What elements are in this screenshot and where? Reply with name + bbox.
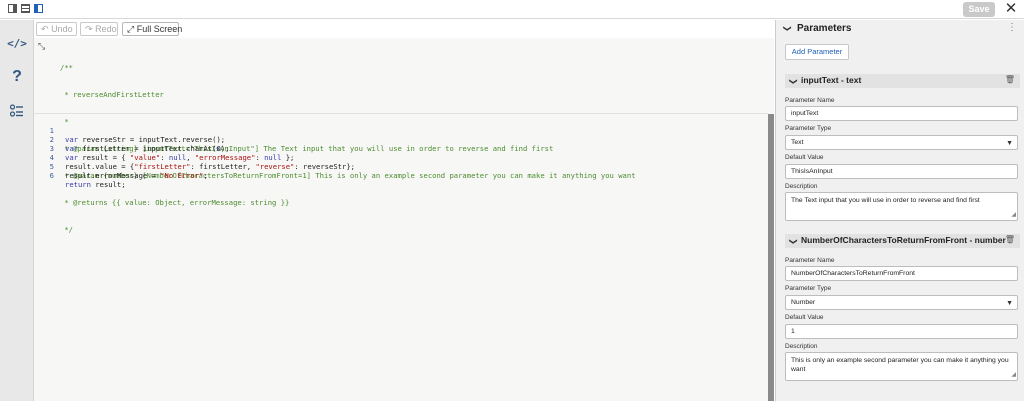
add-parameter-button[interactable]: Add Parameter [785, 44, 849, 60]
left-nav: </> ? [0, 20, 34, 401]
top-bar: Save ✕ [0, 0, 1024, 19]
scrollbar-thumb[interactable] [768, 114, 774, 401]
description-textarea[interactable]: The Text input that you will use in orde… [785, 192, 1018, 221]
chevron-down-icon[interactable]: ❯ [783, 25, 792, 32]
code-line: 1 var reverseStr = inputText.reverse(); [34, 117, 225, 144]
default-value-input[interactable]: 1 [785, 324, 1018, 339]
more-options-icon[interactable]: ⋮ [1007, 22, 1017, 33]
code-text: return result; [65, 180, 126, 189]
parameter-type-select[interactable]: Text ▼ [785, 135, 1018, 150]
redo-button[interactable]: ↷ Redo [80, 22, 118, 36]
code-text: var reverseStr = inputText.reverse(); [65, 135, 226, 144]
default-value-input[interactable]: ThisIsAnInput [785, 164, 1018, 179]
description-text: The Text input that you will use in orde… [791, 197, 980, 204]
parameter-type-label: Parameter Type [785, 285, 832, 292]
parameter-title: inputText - text [801, 75, 862, 85]
collapse-icon[interactable]: ⤡ [38, 42, 45, 52]
caret-down-icon: ▼ [1006, 140, 1013, 147]
code-editor[interactable]: ⤡ /** * reverseAndFirstLetter * * @param… [34, 38, 774, 401]
description-label: Description [785, 183, 818, 190]
parameter-name-label: Parameter Name [785, 257, 835, 264]
parameters-title: Parameters [797, 23, 852, 34]
code-line: 4 result.value = {"firstLetter": firstLe… [34, 144, 355, 171]
default-value-label: Default Value [785, 154, 824, 161]
description-text: This is only an example second parameter… [791, 357, 1009, 373]
parameter-card: ❯ inputText - text 🗑 Parameter Name inpu… [785, 74, 1020, 224]
resize-handle-icon[interactable]: ◢ [1011, 211, 1016, 220]
editor-toolbar: ↶ Undo ↷ Redo ⤢ Full Screen [34, 20, 774, 38]
comment-line: * reverseAndFirstLetter [60, 90, 164, 99]
save-button[interactable]: Save [963, 2, 995, 17]
layout-right-icon[interactable] [34, 4, 43, 13]
parameter-name-input[interactable]: NumberOfCharactersToReturnFromFront [785, 266, 1018, 281]
resize-handle-icon[interactable]: ◢ [1011, 371, 1016, 380]
code-line: 6 return result; [34, 162, 126, 189]
parameters-panel: ❯ Parameters ⋮ Add Parameter ❯ inputText… [775, 20, 1024, 401]
fullscreen-button[interactable]: ⤢ Full Screen [122, 22, 182, 36]
description-textarea[interactable]: This is only an example second parameter… [785, 352, 1018, 381]
fullscreen-label: Full Screen [136, 24, 183, 34]
redo-label: Redo [95, 24, 117, 34]
code-area[interactable]: 1 var reverseStr = inputText.reverse(); … [34, 113, 768, 401]
parameter-title: NumberOfCharactersToReturnFromFront - nu… [801, 235, 1006, 245]
code-text: var result = { "value": null, "errorMess… [65, 153, 295, 162]
undo-label: Undo [51, 24, 73, 34]
undo-button[interactable]: ↶ Undo [36, 22, 77, 36]
code-line: 2 var firstLetter = inputText.charAt(0); [34, 126, 230, 153]
code-text: var firstLetter = inputText.charAt(0); [65, 144, 230, 153]
line-number: 6 [49, 171, 54, 180]
trash-icon[interactable]: 🗑 [1005, 235, 1015, 244]
parameter-type-select[interactable]: Number ▼ [785, 295, 1018, 310]
parameter-card: ❯ NumberOfCharactersToReturnFromFront - … [785, 234, 1020, 384]
parameter-type-value: Text [791, 139, 804, 146]
expand-icon: ⤢ [127, 24, 135, 34]
comment-line: /** [60, 63, 73, 72]
code-text: result.value = {"firstLetter": firstLett… [65, 162, 355, 171]
redo-icon: ↷ [85, 24, 93, 34]
parameter-name-label: Parameter Name [785, 97, 835, 104]
description-label: Description [785, 343, 818, 350]
undo-icon: ↶ [41, 24, 49, 34]
parameter-header[interactable]: ❯ NumberOfCharactersToReturnFromFront - … [785, 234, 1020, 248]
list-icon[interactable] [0, 104, 34, 118]
layout-switcher [8, 4, 43, 13]
layout-left-icon[interactable] [8, 4, 17, 13]
help-icon[interactable]: ? [0, 68, 34, 86]
parameter-type-label: Parameter Type [785, 125, 832, 132]
code-icon[interactable]: </> [0, 37, 34, 50]
caret-down-icon: ▼ [1006, 300, 1013, 307]
chevron-down-icon[interactable]: ❯ [789, 78, 798, 85]
code-text: result.errorMessage = "No Error"; [65, 171, 208, 180]
parameter-header[interactable]: ❯ inputText - text 🗑 [785, 74, 1020, 88]
editor-scrollbar[interactable] [768, 114, 774, 401]
chevron-down-icon[interactable]: ❯ [789, 238, 798, 245]
trash-icon[interactable]: 🗑 [1005, 75, 1015, 84]
code-line: 5 result.errorMessage = "No Error"; [34, 153, 208, 180]
parameter-name-input[interactable]: inputText [785, 106, 1018, 121]
default-value-label: Default Value [785, 314, 824, 321]
code-line: 3 var result = { "value": null, "errorMe… [34, 135, 295, 162]
close-icon[interactable]: ✕ [1004, 1, 1018, 17]
parameter-type-value: Number [791, 299, 816, 306]
layout-list-icon[interactable] [21, 4, 30, 13]
parameters-header[interactable]: ❯ Parameters ⋮ [776, 20, 1024, 37]
